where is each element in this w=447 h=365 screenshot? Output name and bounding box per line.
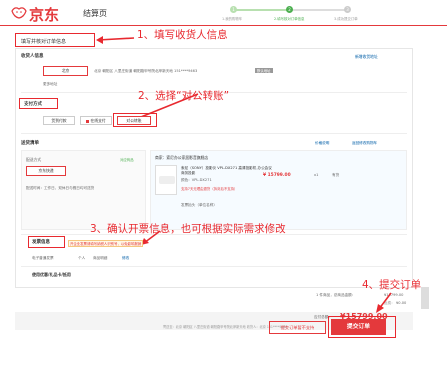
address-name-button[interactable]: 北京 <box>43 66 88 76</box>
annotation-box-1 <box>15 33 95 47</box>
annotation-text-2: 2、选择“对公转账” <box>138 90 230 102</box>
checkbox-icon <box>86 119 90 123</box>
step-1-label: 1.我的购物车 <box>222 17 243 21</box>
delivery-method-label: 配送方式 <box>26 157 42 162</box>
delivery-time: 配送时间：工作日、双休日与假日均可送货 <box>26 186 95 190</box>
divider <box>21 133 407 134</box>
step-2-label: 2.填写核对订单信息 <box>274 17 305 21</box>
price-note-link[interactable]: 价格说明 <box>315 141 329 146</box>
invoice-modify-link[interactable]: 修改 <box>122 256 129 261</box>
divider <box>21 266 407 267</box>
new-address-link[interactable]: 新增收货地址 <box>355 54 378 60</box>
product-color: 颜色：VPL-DX271 <box>181 178 212 182</box>
annotation-text-1: 1、填写收货人信息 <box>137 29 228 41</box>
page-title: 结算页 <box>83 9 107 18</box>
annotation-text-4: 4、提交订单 <box>362 279 422 291</box>
delivery-title: 送货清单 <box>21 141 39 146</box>
annotation-arrow-3 <box>141 230 161 245</box>
summary-freight-value: ¥0.00 <box>396 301 407 305</box>
product-name[interactable]: 索尼（SONY）投影仪 VPL-DX271 高清投影机 办公会议 商务投影 <box>181 166 273 176</box>
step-progress: 1 2 3 1.我的购物车 2.填写核对订单信息 3.成功提交订单 <box>222 6 360 22</box>
payment-online-button[interactable]: 在线支付 <box>80 116 112 125</box>
default-address-tag: 默认地址 <box>255 68 273 73</box>
back-to-cart-link[interactable]: 返回修改购物车 <box>352 141 377 146</box>
delivery-method-button[interactable]: 京东快递 <box>26 166 66 176</box>
method-info-link[interactable]: 对应商品 <box>120 157 134 162</box>
annotation-box-4 <box>328 316 396 338</box>
invoice-type: 电子普通发票 <box>32 256 54 260</box>
invoice-detail: 商品明细 <box>93 256 108 260</box>
side-toolbar[interactable] <box>421 287 429 309</box>
invoice-person: 个人 <box>78 256 86 260</box>
merchant-name: 商家：索尼办公家居影音旗舰店 <box>155 155 209 160</box>
invoice-title: 发票信息 <box>32 240 50 245</box>
product-image <box>155 165 177 195</box>
logo-text: 京东 <box>29 6 60 24</box>
summary-count-label: 1 件商品，总商品金额： <box>316 293 356 297</box>
product-price: ¥ 15799.00 <box>263 173 291 178</box>
jd-logo[interactable]: 京东 <box>10 4 66 24</box>
invoice-note: 开企业发票请填写纳税人识别号，以免影响报销 <box>68 240 144 247</box>
address-title: 收货人信息 <box>21 54 44 59</box>
product-qty: x1 <box>314 173 319 177</box>
dog-mascot-icon <box>11 7 27 19</box>
unsupported-submit-button[interactable]: 提交订单暂不支持 <box>269 321 326 334</box>
annotation-arrow-4 <box>376 292 392 313</box>
gift-note: 发票抬头（单位名称） <box>181 203 217 207</box>
product-stock: 有货 <box>332 173 340 177</box>
more-address-link[interactable]: 更多地址 <box>43 82 57 87</box>
annotation-box-2b <box>113 113 157 127</box>
annotation-text-3: 3、确认开票信息，也可根据实际需求修改 <box>90 223 286 235</box>
payment-title: 支付方式 <box>24 102 42 107</box>
coupon-toggle[interactable]: 使用优惠/礼品卡/抵用 <box>32 272 71 278</box>
step-1-dot: 1 <box>230 6 237 13</box>
annotation-arrow-1 <box>96 36 135 44</box>
header <box>0 0 447 26</box>
step-2-dot: 2 <box>286 6 293 13</box>
payment-cod-button[interactable]: 货到付款 <box>43 116 75 125</box>
address-detail: 北京 朝阳区 八里庄街道 朝阳路甲号院北岸新天地 151****9463 <box>94 69 198 73</box>
product-service: 支持7天无理由退货（拆封后不支持） <box>181 187 238 191</box>
step-3-dot: 3 <box>344 6 351 13</box>
step-3-label: 3.成功提交订单 <box>334 17 358 21</box>
